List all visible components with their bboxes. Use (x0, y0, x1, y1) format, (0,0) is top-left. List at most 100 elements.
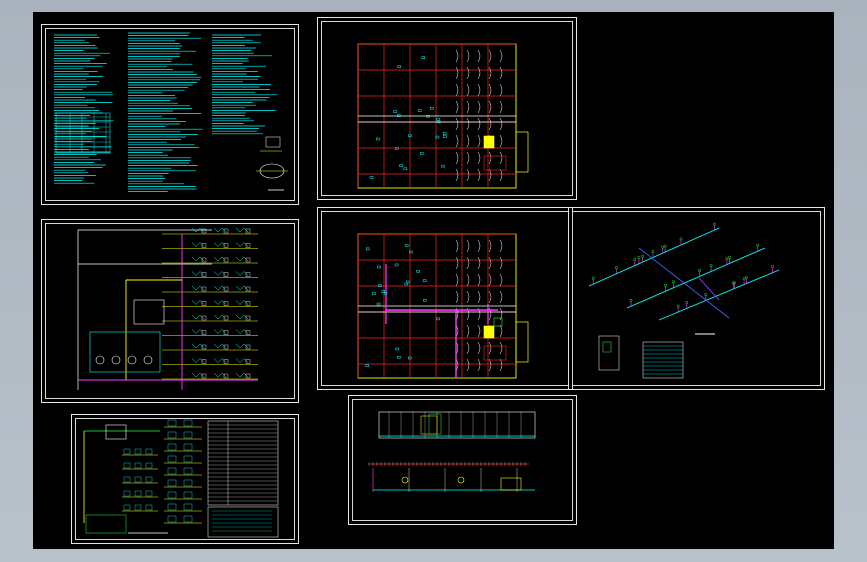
plan-fixture (369, 176, 374, 179)
drain-fixture (167, 491, 177, 499)
sheet-floor-plan-lower[interactable] (317, 207, 573, 390)
drain-legend (207, 506, 279, 538)
plan-annex (515, 131, 529, 173)
drain-fixture (123, 504, 131, 511)
plan-seating-arc (455, 168, 459, 182)
drain-fixture (134, 504, 142, 511)
riser-fixture-box (201, 359, 207, 364)
sheet-isometric-piping[interactable] (568, 207, 825, 390)
plan-seating-arc (455, 273, 459, 287)
plan-fixture (441, 164, 445, 168)
riser-fixture-box (201, 286, 207, 292)
sheet-water-riser[interactable] (41, 219, 299, 403)
plan-fixture (423, 299, 427, 302)
sheet-elevation-sections[interactable] (348, 395, 577, 525)
plan-fixture (397, 65, 401, 68)
iso-detail (602, 341, 612, 353)
riser-tank (133, 299, 165, 325)
drain-fixture (145, 448, 153, 455)
plan-seating-arc (499, 100, 503, 114)
plan-seating-arc (488, 290, 492, 304)
plan-seating-arc (499, 239, 503, 253)
plan-seating-arc (455, 239, 459, 253)
plan-seating-arc (488, 100, 492, 114)
detail-box (265, 136, 281, 148)
riser-fixture-box (223, 373, 229, 379)
drain-fixture (167, 467, 177, 475)
riser-fixture-box (245, 243, 251, 248)
riser-pump (95, 355, 105, 365)
drain-fixture (183, 431, 193, 439)
plan-seating-arc (466, 117, 470, 131)
riser-fixture-box (223, 315, 229, 321)
riser-fixture-box (245, 344, 251, 350)
plan-seating-arc (455, 290, 459, 304)
plan-fixture (416, 270, 420, 273)
riser-fixture-box (201, 243, 207, 248)
plan-seating-arc (488, 239, 492, 253)
riser-fixture-box (245, 272, 251, 277)
iso-fitting (637, 256, 641, 259)
plan-fixture (404, 244, 409, 247)
section-outline (378, 411, 536, 439)
plan-seating-arc (499, 117, 503, 131)
drain-fixture (167, 419, 177, 427)
riser-fixture-box (223, 272, 229, 277)
riser-fixture-box (245, 257, 251, 263)
cad-model-space[interactable] (33, 12, 834, 549)
plan-seating-arc (477, 273, 481, 287)
floor-plan-lower-drawing (357, 233, 529, 379)
sheet-design-notes[interactable] (41, 24, 299, 205)
plan-seating-arc (488, 168, 492, 182)
plan-seating-arc (499, 256, 503, 270)
riser-fixture-box (201, 228, 207, 234)
riser-fixture-box (223, 243, 229, 248)
sheet-floor-plan-upper[interactable] (317, 17, 577, 200)
riser-fixture-box (201, 373, 207, 379)
drain-fixture (183, 515, 193, 523)
plan-seating-arc (477, 117, 481, 131)
plan-annex (515, 321, 529, 363)
plan-seating-arc (466, 256, 470, 270)
plan-seating-arc (477, 151, 481, 165)
drain-fixture (167, 515, 177, 523)
plan-seating-arc (488, 151, 492, 165)
plan-seating-arc (499, 134, 503, 148)
plan-fixture (421, 56, 425, 59)
riser-pump (143, 355, 153, 365)
plan-room (483, 155, 507, 171)
drain-fixture (123, 462, 131, 469)
isometric-piping-drawing (588, 222, 780, 379)
plan-seating-arc (466, 49, 470, 63)
iso-fitting (756, 243, 760, 247)
plan-fixture (435, 135, 440, 139)
plan-fixture (376, 302, 381, 306)
plan-seating-arc (466, 341, 470, 355)
plan-seating-arc (499, 49, 503, 63)
plan-seating-arc (488, 273, 492, 287)
plan-seating-arc (466, 66, 470, 80)
drain-fixture (123, 490, 131, 497)
iso-fitting (672, 280, 675, 284)
plan-seating-arc (477, 66, 481, 80)
plan-seating-arc (499, 83, 503, 97)
iso-fitting (664, 284, 667, 287)
plan-seating-arc (466, 83, 470, 97)
plan-fixture (377, 265, 381, 269)
sheet-drainage-riser[interactable] (71, 414, 299, 544)
plan-equipment (483, 325, 495, 339)
plan-seating-arc (499, 273, 503, 287)
iso-pipe-run (626, 247, 766, 309)
iso-fitting (771, 265, 774, 268)
iso-fitting (663, 244, 667, 248)
iso-detail-box (598, 335, 620, 371)
riser-fixture-box (223, 344, 229, 350)
drain-fixture (167, 443, 177, 451)
iso-fitting (651, 250, 655, 253)
drain-fixture (145, 462, 153, 469)
floor-plan-upper-drawing (357, 43, 529, 189)
iso-fitting (728, 256, 731, 259)
iso-pipe-run (588, 227, 720, 287)
plan-seating-arc (466, 358, 470, 372)
drain-fixture (134, 448, 142, 455)
